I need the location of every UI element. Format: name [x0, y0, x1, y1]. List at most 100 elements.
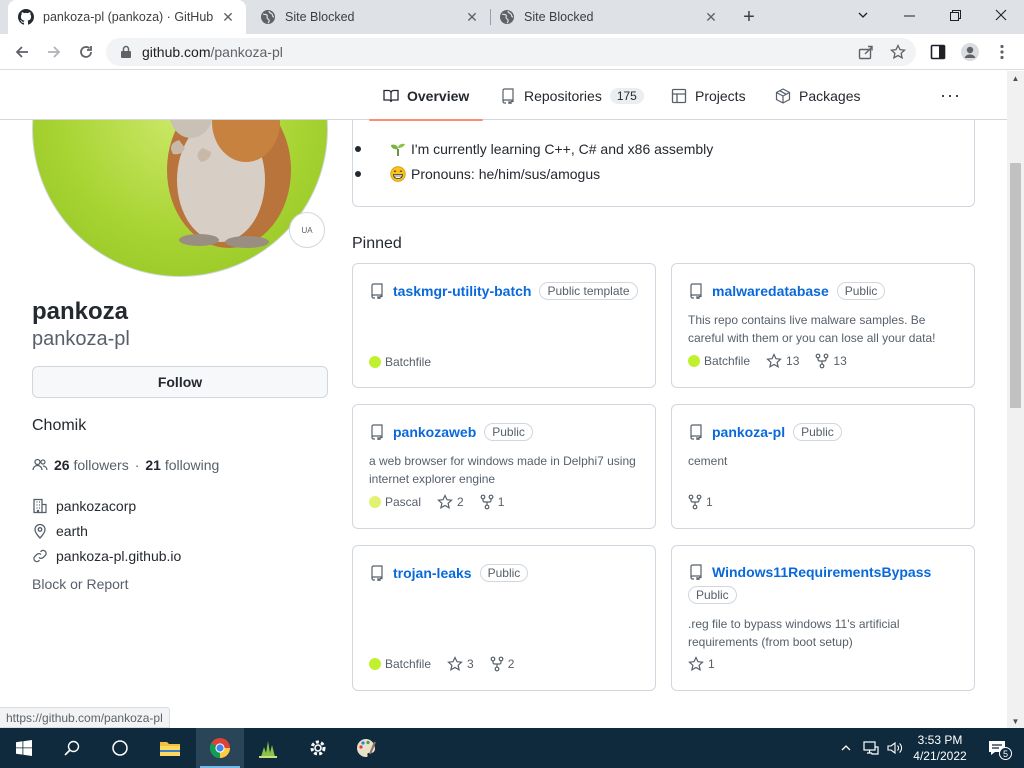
paint-app-button[interactable]: [342, 728, 390, 768]
tab-repositories[interactable]: Repositories 175: [500, 71, 644, 120]
menu-button[interactable]: [988, 38, 1016, 66]
fork-icon: [815, 353, 829, 369]
scroll-up-arrow[interactable]: ▲: [1007, 71, 1024, 85]
pinned-repo-card: pankozaweb Public a web browser for wind…: [352, 404, 656, 529]
scroll-down-arrow[interactable]: ▼: [1007, 714, 1024, 728]
star-icon: [890, 44, 906, 60]
back-button[interactable]: [8, 38, 36, 66]
forks-link[interactable]: 2: [490, 656, 514, 672]
star-icon: [766, 353, 782, 369]
fork-icon: [490, 656, 504, 672]
tab-site-blocked-2[interactable]: Site Blocked ✕: [489, 0, 729, 34]
plant-app-button[interactable]: [244, 728, 292, 768]
following-link[interactable]: 21 following: [145, 457, 219, 473]
visibility-badge: Public: [484, 423, 533, 441]
more-tabs-button[interactable]: ···: [940, 71, 961, 120]
fork-icon: [688, 494, 702, 510]
forks-link[interactable]: 1: [688, 494, 713, 510]
minimize-button[interactable]: [886, 0, 932, 30]
stars-link[interactable]: 3: [447, 656, 474, 672]
tab-packages[interactable]: Packages: [775, 71, 860, 120]
arrow-left-icon: [15, 46, 28, 58]
plant-icon: [259, 741, 277, 758]
chrome-taskbar-button[interactable]: [196, 728, 244, 768]
profile-tab-nav: Overview Repositories 175 Projects Packa…: [0, 71, 1007, 121]
close-window-button[interactable]: [978, 0, 1024, 30]
stars-link[interactable]: 13: [766, 353, 799, 369]
language-color-dot: [369, 496, 381, 508]
page-scrollbar[interactable]: ▲ ▼: [1007, 71, 1024, 728]
task-view-icon: [112, 740, 128, 756]
chevron-down-icon: [858, 12, 868, 18]
url-host: github.com: [142, 44, 211, 60]
forks-link[interactable]: 1: [480, 494, 504, 510]
tab-title: pankoza-pl (pankoza) · GitHub: [43, 10, 214, 24]
profile-bio: Chomik: [32, 417, 87, 434]
task-view-button[interactable]: [96, 728, 144, 768]
book-icon: [383, 88, 399, 104]
chevron-up-icon: [841, 745, 851, 751]
forks-link[interactable]: 13: [815, 353, 847, 369]
repo-link[interactable]: Windows11RequirementsBypass: [712, 564, 931, 580]
repo-count-badge: 175: [609, 87, 644, 104]
status-badge[interactable]: UA: [289, 212, 325, 248]
clock-time: 3:53 PM: [917, 733, 963, 747]
avatar-icon: [961, 43, 979, 61]
repo-link[interactable]: pankozaweb: [393, 424, 476, 440]
taskbar-clock[interactable]: 3:53 PM 4/21/2022: [904, 732, 976, 764]
followers-link[interactable]: 26 followers: [54, 457, 129, 473]
restore-button[interactable]: [932, 0, 978, 30]
start-button[interactable]: [0, 728, 48, 768]
tab-overview[interactable]: Overview: [368, 71, 484, 121]
stars-link[interactable]: 2: [437, 494, 464, 510]
repo-link[interactable]: pankoza-pl: [712, 424, 785, 440]
reload-button[interactable]: [72, 38, 100, 66]
profile-button[interactable]: [956, 38, 984, 66]
close-tab-icon[interactable]: ✕: [703, 9, 719, 25]
network-button[interactable]: [860, 728, 882, 768]
tab-strip: pankoza-pl (pankoza) · GitHub ✕ Site Blo…: [0, 0, 1024, 34]
pinned-repo-card: malwaredatabase Public This repo contain…: [671, 263, 975, 388]
forward-button[interactable]: [40, 38, 68, 66]
clock-date: 4/21/2022: [913, 749, 967, 763]
repo-link[interactable]: trojan-leaks: [393, 565, 472, 581]
language-color-dot: [369, 658, 381, 670]
tab-site-blocked-1[interactable]: Site Blocked ✕: [250, 0, 490, 34]
show-hidden-icons-button[interactable]: [836, 728, 856, 768]
close-tab-icon[interactable]: ✕: [464, 9, 480, 25]
close-tab-icon[interactable]: ✕: [220, 9, 236, 25]
settings-button[interactable]: [294, 728, 342, 768]
file-explorer-button[interactable]: [146, 728, 194, 768]
address-bar[interactable]: github.com/pankoza-pl: [106, 38, 916, 66]
chrome-icon: [209, 738, 230, 759]
bookmark-button[interactable]: [884, 38, 912, 66]
search-button[interactable]: [48, 728, 96, 768]
side-panel-button[interactable]: [924, 38, 952, 66]
block-or-report-link[interactable]: Block or Report: [32, 576, 128, 592]
tab-projects[interactable]: Projects: [671, 71, 746, 120]
volume-button[interactable]: [884, 728, 906, 768]
profile-login: pankoza-pl: [32, 328, 130, 350]
pinned-repo-card: pankoza-pl Public cement 1: [671, 404, 975, 529]
lock-icon[interactable]: [120, 45, 132, 59]
stars-link[interactable]: 1: [688, 656, 715, 672]
table-icon: [671, 88, 687, 104]
windows-logo-icon: [16, 740, 32, 756]
folder-icon: [160, 742, 180, 756]
repo-link[interactable]: taskmgr-utility-batch: [393, 283, 531, 299]
scrollbar-thumb[interactable]: [1010, 163, 1021, 408]
location-icon: [32, 523, 48, 539]
share-button[interactable]: [852, 38, 880, 66]
tab-search-button[interactable]: [840, 0, 886, 30]
star-icon: [447, 656, 463, 672]
tab-title: Site Blocked: [524, 10, 594, 24]
repo-language: Batchfile: [385, 355, 432, 369]
follow-button[interactable]: Follow: [32, 366, 328, 398]
visibility-badge: Public: [688, 586, 737, 604]
new-tab-button[interactable]: +: [737, 5, 761, 29]
tab-github-profile[interactable]: pankoza-pl (pankoza) · GitHub ✕: [8, 0, 246, 34]
page-viewport[interactable]: UA pankoza pankoza-pl Follow Chomik 26 f…: [0, 71, 1007, 728]
notification-center-button[interactable]: 5: [982, 728, 1012, 768]
repo-link[interactable]: malwaredatabase: [712, 283, 829, 299]
profile-website[interactable]: pankoza-pl.github.io: [32, 548, 181, 564]
